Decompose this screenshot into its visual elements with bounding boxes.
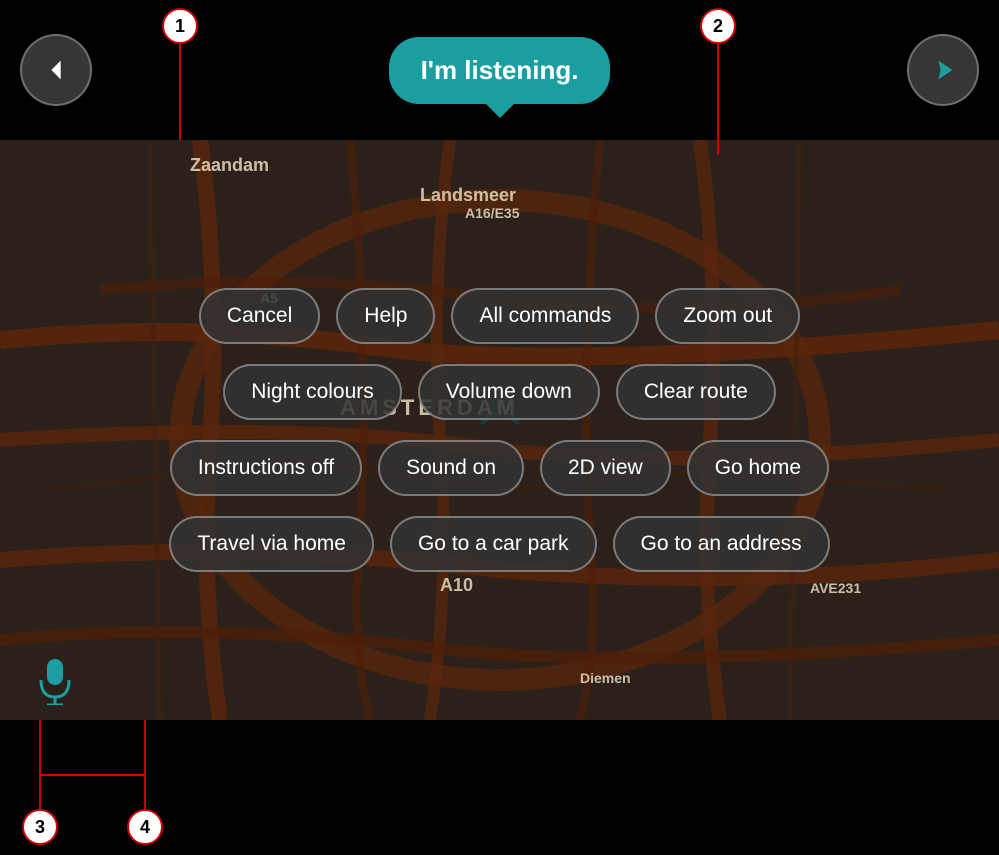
top-bar: I'm listening. [0,0,999,140]
annotation-circle-1: 1 [162,8,198,44]
all-commands-button[interactable]: All commands [451,288,639,344]
listening-bubble: I'm listening. [389,37,611,104]
commands-area: Cancel Help All commands Zoom out Night … [0,140,999,720]
back-icon [42,56,70,84]
night-colours-button[interactable]: Night colours [223,364,402,420]
sound-on-button[interactable]: Sound on [378,440,524,496]
annotation-circle-2: 2 [700,8,736,44]
2d-view-button[interactable]: 2D view [540,440,671,496]
annotation-3: 3 [22,729,58,845]
volume-down-button[interactable]: Volume down [418,364,600,420]
listening-text: I'm listening. [421,55,579,85]
annotation-line-1 [179,44,181,124]
annotation-line-4 [144,729,146,809]
zoom-out-button[interactable]: Zoom out [655,288,800,344]
commands-row-2: Night colours Volume down Clear route [223,364,776,420]
instructions-off-button[interactable]: Instructions off [170,440,362,496]
back-button[interactable] [20,34,92,106]
commands-row-1: Cancel Help All commands Zoom out [199,288,800,344]
commands-row-3: Instructions off Sound on 2D view Go hom… [170,440,829,496]
commands-row-4: Travel via home Go to a car park Go to a… [169,516,829,572]
microphone-icon [35,655,75,705]
annotation-1: 1 [162,8,198,124]
clear-route-button[interactable]: Clear route [616,364,776,420]
location-icon [929,56,957,84]
annotation-4: 4 [127,729,163,845]
mic-area [0,640,110,720]
help-button[interactable]: Help [336,288,435,344]
travel-via-home-button[interactable]: Travel via home [169,516,374,572]
annotation-line-2 [717,44,719,124]
annotation-line-3 [39,729,41,809]
annotation-2: 2 [700,8,736,124]
go-to-car-park-button[interactable]: Go to a car park [390,516,597,572]
go-to-address-button[interactable]: Go to an address [613,516,830,572]
go-home-button[interactable]: Go home [687,440,829,496]
cancel-button[interactable]: Cancel [199,288,320,344]
annotation-circle-3: 3 [22,809,58,845]
location-button[interactable] [907,34,979,106]
microphone-button[interactable] [27,652,83,708]
annotation-circle-4: 4 [127,809,163,845]
